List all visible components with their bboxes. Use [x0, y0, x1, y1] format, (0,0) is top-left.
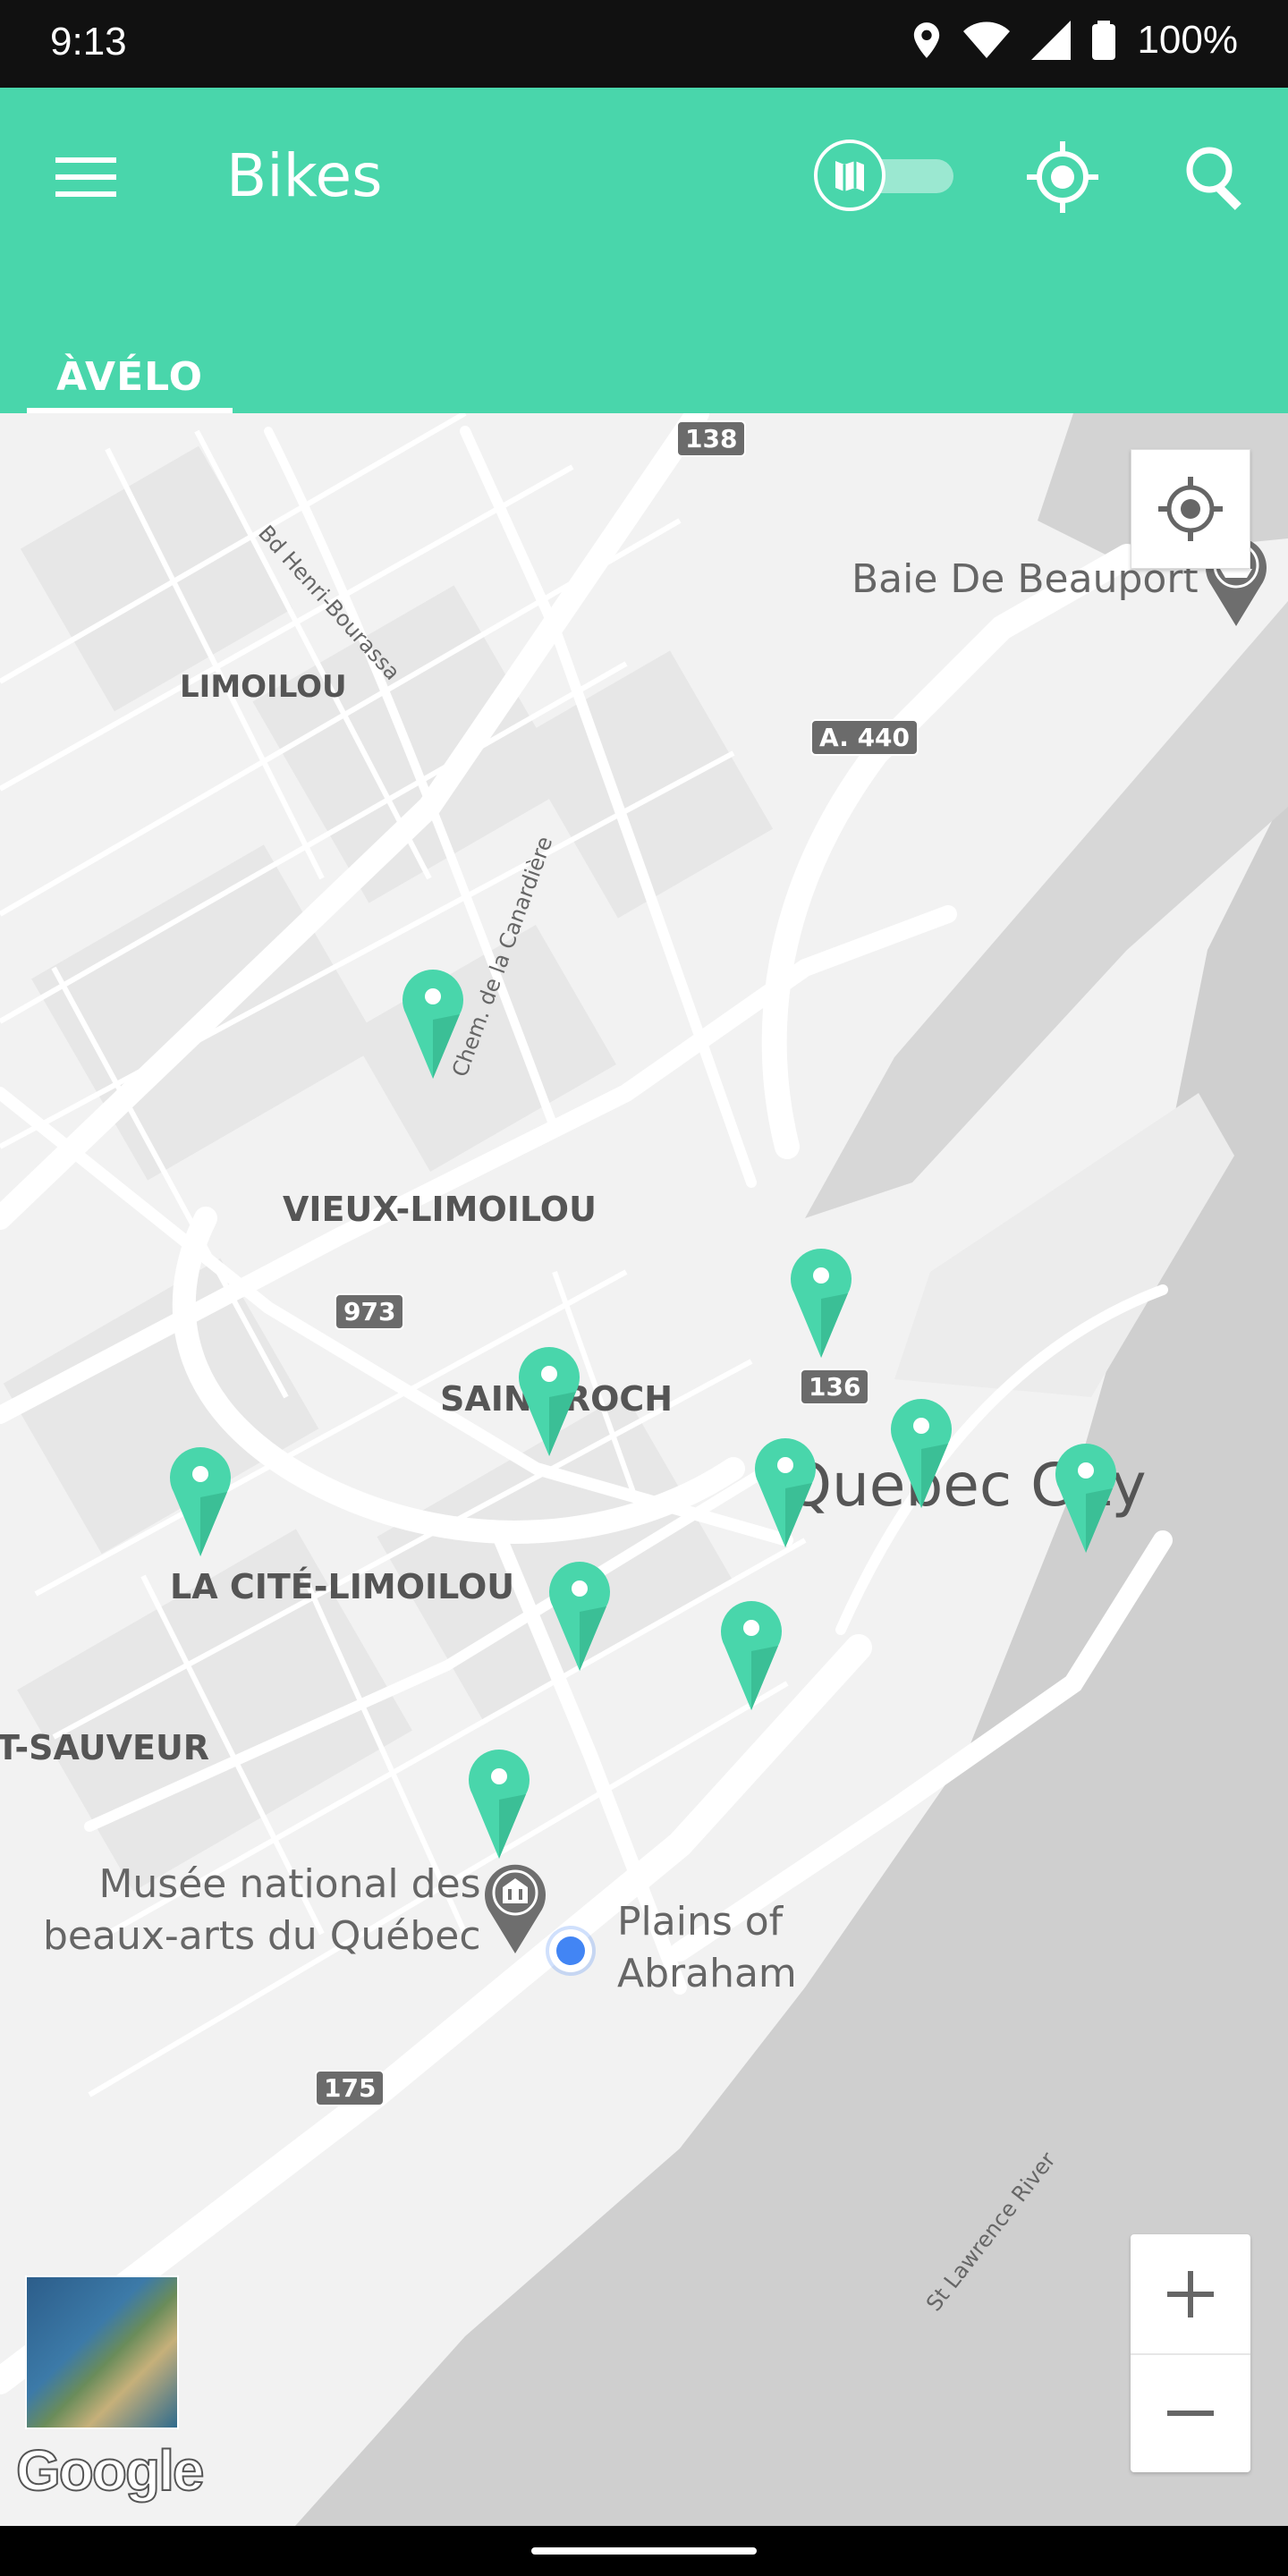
bike-station-pin[interactable] — [467, 1746, 531, 1859]
bike-station-pin[interactable] — [517, 1343, 581, 1456]
zoom-in-button[interactable] — [1131, 2234, 1250, 2355]
label-musee: Musée national des beaux-arts du Québec — [43, 1859, 481, 1962]
home-gesture-handle[interactable] — [531, 2547, 757, 2555]
menu-icon[interactable] — [52, 152, 120, 202]
battery-percent: 100% — [1137, 18, 1238, 62]
zoom-controls — [1131, 2234, 1250, 2472]
map-view-toggle[interactable] — [810, 140, 953, 211]
map-my-location-button[interactable] — [1131, 449, 1250, 569]
plus-icon — [1167, 2270, 1214, 2318]
app-bar: Bikes ÀVÉLO — [0, 88, 1288, 413]
minus-icon — [1167, 2410, 1214, 2416]
bike-station-pin[interactable] — [889, 1395, 953, 1508]
bike-station-pin[interactable] — [1054, 1440, 1118, 1553]
shield-138: 138 — [676, 420, 747, 457]
shield-175: 175 — [315, 2070, 386, 2106]
label-plains-line1: Plains of — [617, 1899, 784, 1945]
label-plains-line2: Abraham — [617, 1951, 797, 1996]
label-la-cite-limoilou: LA CITÉ-LIMOILOU — [170, 1567, 515, 1606]
zoom-out-button[interactable] — [1131, 2353, 1250, 2472]
bike-station-pin[interactable] — [719, 1597, 784, 1710]
bike-station-pin[interactable] — [401, 966, 465, 1079]
label-plains: Plains of Abraham — [617, 1896, 797, 2000]
map-icon — [835, 161, 864, 191]
bike-station-pin[interactable] — [547, 1558, 612, 1671]
bike-station-pin[interactable] — [168, 1444, 233, 1556]
status-icons: 100% — [911, 18, 1238, 63]
tab-label: ÀVÉLO — [55, 354, 204, 400]
user-location-dot — [549, 1929, 592, 1972]
bike-station-pin[interactable] — [789, 1245, 853, 1358]
status-time: 9:13 — [50, 20, 127, 64]
google-logo: Google — [15, 2437, 205, 2504]
crosshair-icon — [1158, 477, 1223, 541]
shield-a440: A. 440 — [810, 719, 919, 756]
wifi-icon — [963, 21, 1011, 58]
label-saint-sauveur: T-SAUVEUR — [0, 1728, 210, 1767]
shield-136: 136 — [800, 1368, 870, 1405]
battery-icon — [1092, 21, 1116, 60]
signal-icon — [1031, 21, 1072, 60]
map-view[interactable]: LIMOILOU VIEUX-LIMOILOU SAINT-ROCH LA CI… — [0, 413, 1288, 2526]
museum-icon[interactable] — [483, 1860, 547, 1953]
label-limoilou: LIMOILOU — [180, 669, 347, 705]
bike-station-pin[interactable] — [753, 1435, 818, 1547]
search-icon[interactable] — [1182, 143, 1250, 211]
label-vieux-limoilou: VIEUX-LIMOILOU — [283, 1190, 597, 1229]
location-icon — [914, 22, 940, 58]
page-title: Bikes — [226, 141, 383, 210]
tab-avelo[interactable]: ÀVÉLO — [27, 324, 233, 413]
my-location-icon[interactable] — [1025, 140, 1100, 215]
status-bar: 9:13 100% — [0, 0, 1288, 88]
system-nav-bar — [0, 2526, 1288, 2576]
label-musee-line2: beaux-arts du Québec — [43, 1913, 481, 1959]
satellite-layer-toggle[interactable] — [25, 2275, 179, 2429]
label-musee-line1: Musée national des — [98, 1861, 481, 1907]
shield-973: 973 — [335, 1293, 405, 1330]
